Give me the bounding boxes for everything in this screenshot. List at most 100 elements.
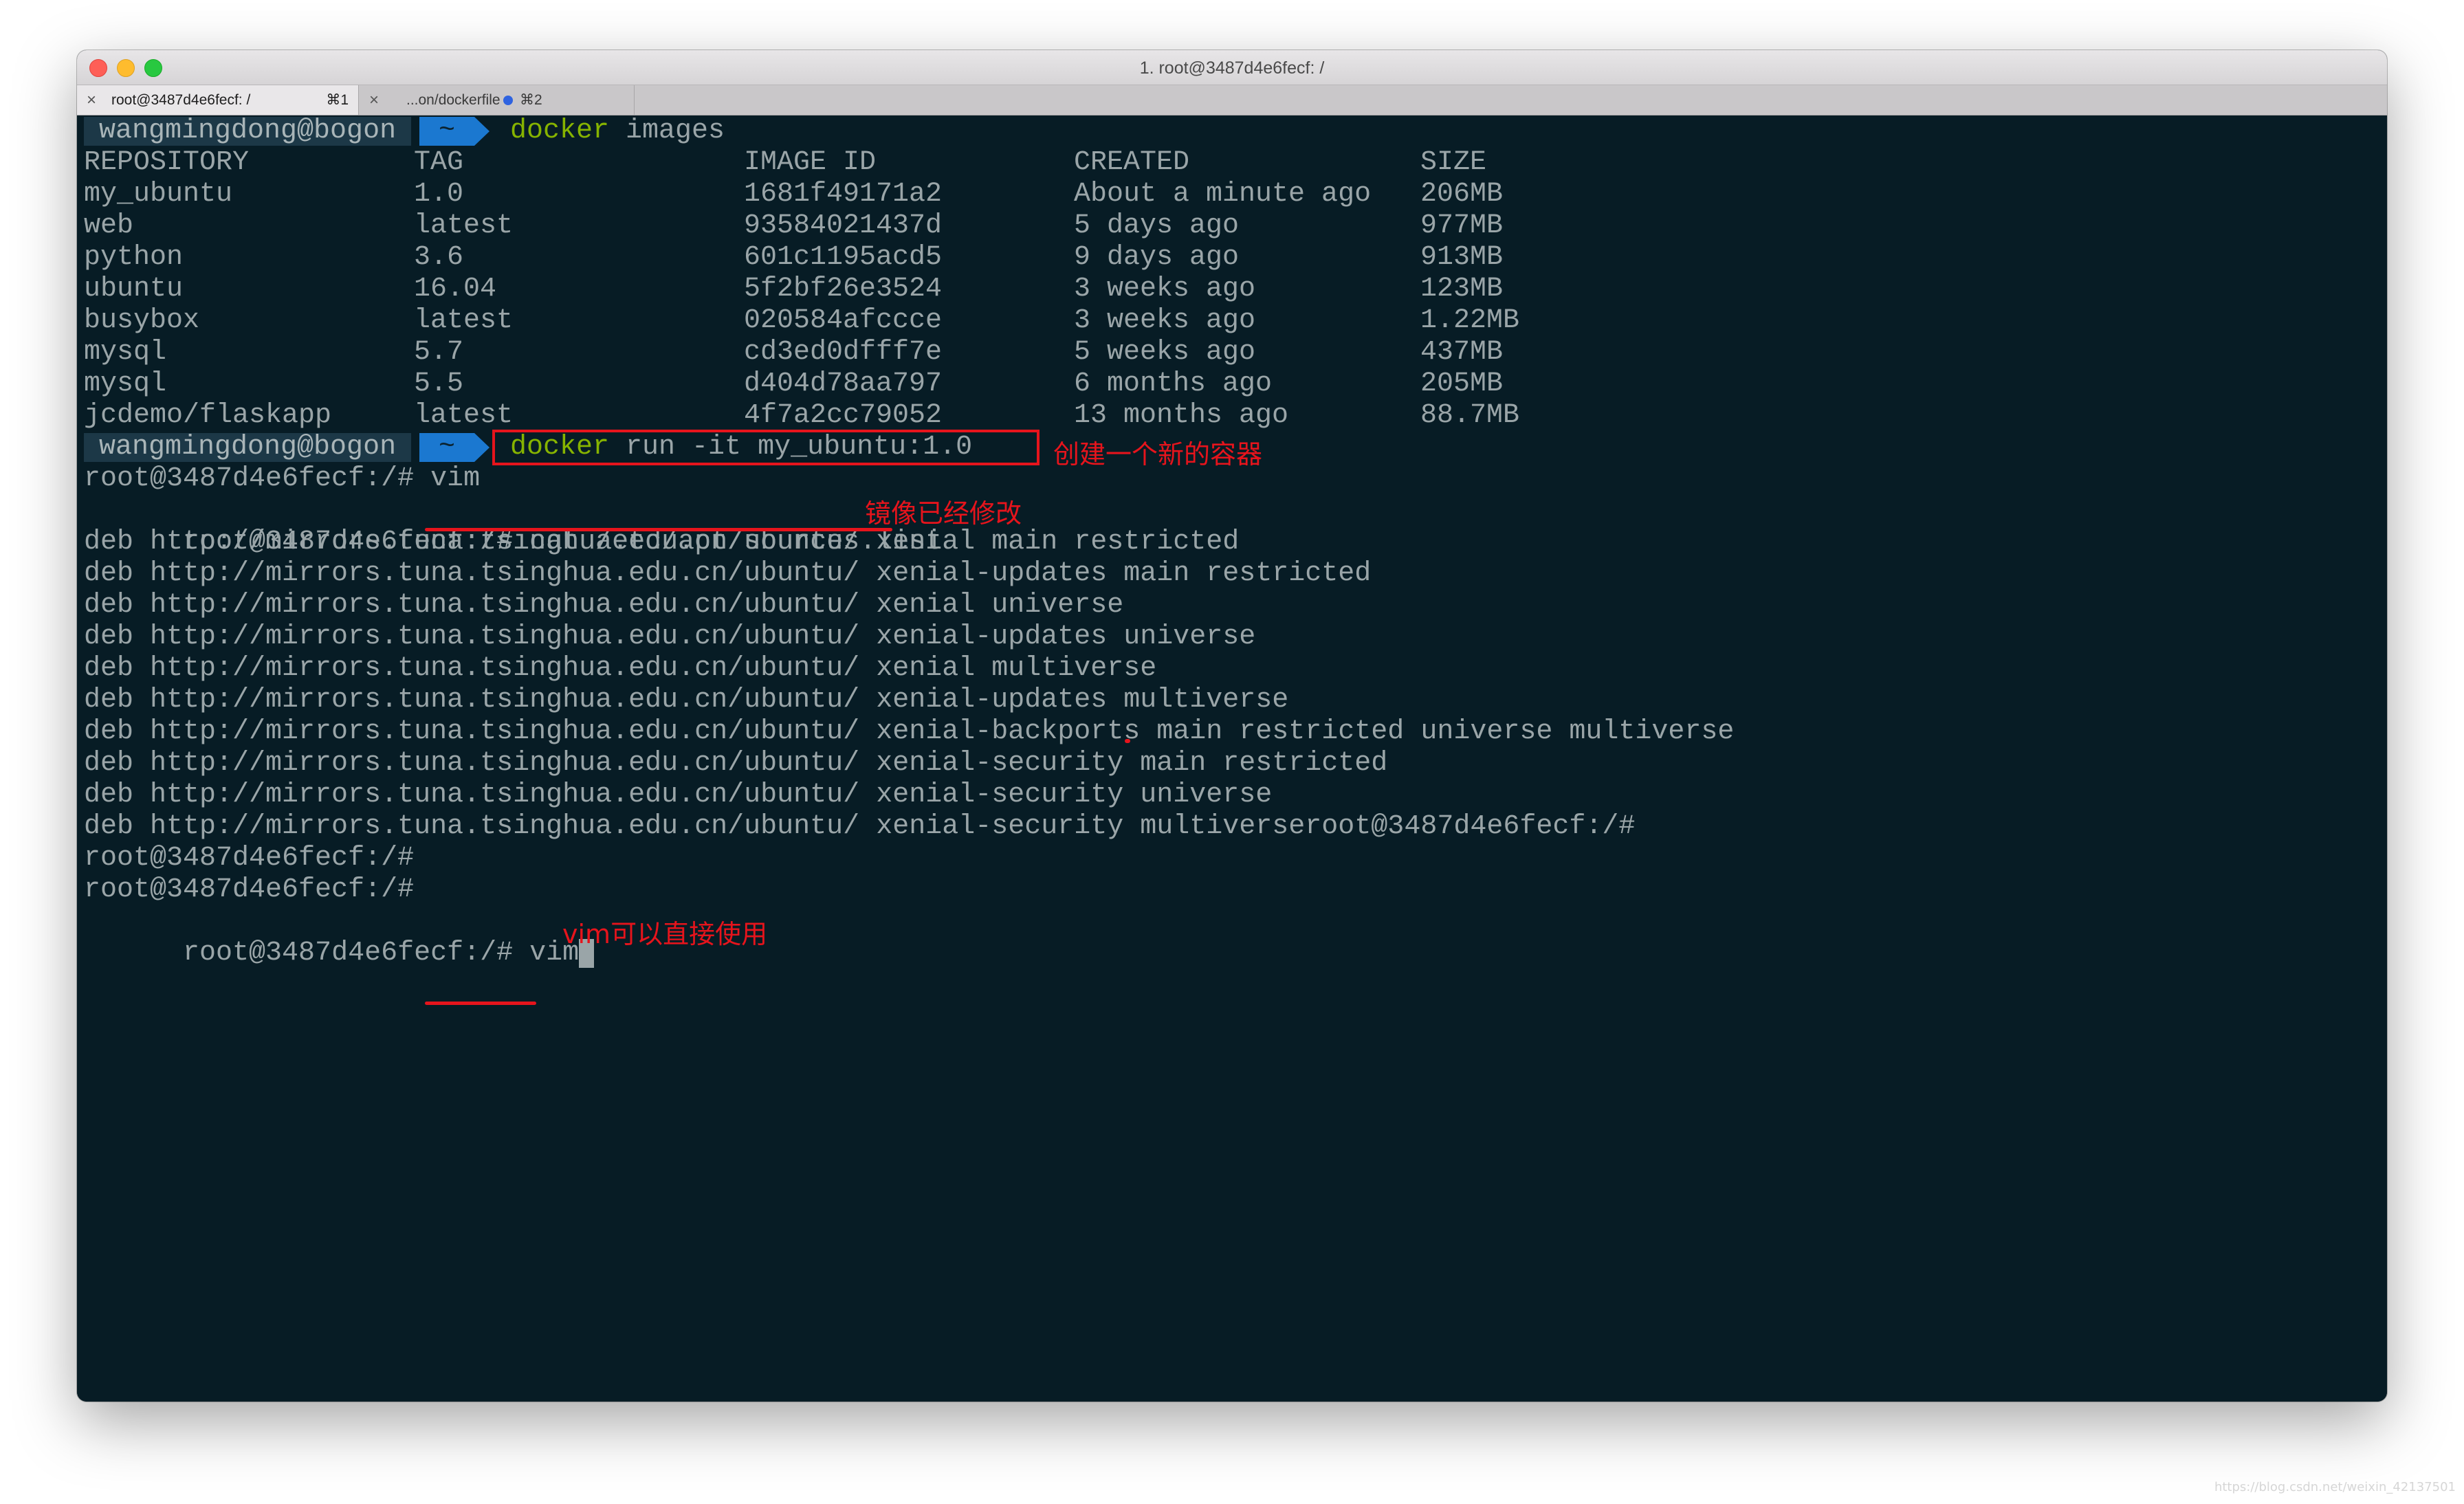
watermark: https://blog.csdn.net/weixin_42137501: [2214, 1480, 2456, 1494]
tab-dockerfile[interactable]: × ...on/dockerfile: [360, 85, 635, 115]
window-title: 1. root@3487d4e6fecf: /: [1139, 58, 1325, 78]
table-header-cell: IMAGE ID: [744, 147, 877, 178]
annotation-box: [492, 430, 1040, 465]
annotation-label: 镜像已经修改: [865, 498, 1022, 529]
annotation-label: 创建一个新的容器: [1053, 439, 1263, 469]
output-line: deb http://mirrors.tuna.tsinghua.edu.cn/…: [84, 748, 1388, 779]
annotation-underline: [425, 1002, 536, 1005]
table-cell: latest: [414, 210, 514, 241]
table-cell: cd3ed0dfff7e: [744, 337, 943, 368]
table-cell: 5f2bf26e3524: [744, 274, 943, 305]
table-cell: ubuntu: [84, 274, 184, 305]
annotation-underline: [425, 528, 892, 531]
table-header-cell: CREATED: [1074, 147, 1190, 178]
table-cell: About a minute ago: [1074, 179, 1372, 210]
table-cell: latest: [414, 305, 514, 336]
table-cell: 4f7a2cc79052: [744, 400, 943, 431]
prompt-dir: ~: [419, 433, 474, 462]
table-cell: 3.6: [414, 242, 464, 273]
table-row: my_ubuntu 1.0 1681f49171a2 About a minut…: [84, 179, 1503, 210]
table-row: mysql 5.7 cd3ed0dfff7e 5 weeks ago 437MB: [84, 337, 1503, 368]
prompt-line: wangmingdong@bogon ~ docker images: [84, 115, 725, 147]
table-cell: 88.7MB: [1420, 400, 1520, 431]
table-cell: 5.7: [414, 337, 464, 368]
table-cell: 206MB: [1420, 179, 1504, 210]
table-cell: 3 weeks ago: [1074, 305, 1256, 336]
table-header-cell: SIZE: [1420, 147, 1487, 178]
output-line: deb http://mirrors.tuna.tsinghua.edu.cn/…: [84, 716, 1735, 747]
table-cell: 13 months ago: [1074, 400, 1289, 431]
table-cell: 5 days ago: [1074, 210, 1240, 241]
prompt-user: wangmingdong@bogon: [84, 433, 412, 462]
table-cell: 6 months ago: [1074, 368, 1273, 399]
prompt-arrow-icon: [474, 433, 490, 462]
table-row: python 3.6 601c1195acd5 9 days ago 913MB: [84, 242, 1503, 274]
table-cell: 5 weeks ago: [1074, 337, 1256, 368]
tab-bar: × root@3487d4e6fecf: / ⌘1 × ...on/docker…: [77, 85, 2387, 115]
prompt-arrow-icon: [474, 117, 490, 146]
tab-shortcut: ⌘2: [520, 92, 542, 108]
table-row: jcdemo/flaskapp latest 4f7a2cc79052 13 m…: [84, 400, 1519, 432]
table-header-cell: REPOSITORY: [84, 147, 250, 178]
annotation-label: vim可以直接使用: [562, 919, 768, 949]
output-line: deb http://mirrors.tuna.tsinghua.edu.cn/…: [84, 779, 1273, 810]
table-cell: 601c1195acd5: [744, 242, 943, 273]
output-line: deb http://mirrors.tuna.tsinghua.edu.cn/…: [84, 811, 1636, 842]
table-cell: jcdemo/flaskapp: [84, 400, 332, 431]
prompt-line: wangmingdong@bogon ~ docker run -it my_u…: [84, 432, 972, 463]
table-header-cell: TAG: [414, 147, 464, 178]
table-row: busybox latest 020584afccce 3 weeks ago …: [84, 305, 1519, 337]
prompt-user: wangmingdong@bogon: [84, 117, 412, 146]
tab-root-shell[interactable]: × root@3487d4e6fecf: / ⌘1: [77, 85, 359, 115]
shell-line: root@3487d4e6fecf:/#: [84, 843, 415, 874]
shell-prompt: root@3487d4e6fecf:/#: [183, 938, 530, 969]
table-cell: 9 days ago: [1074, 242, 1240, 273]
table-cell: 16.04: [414, 274, 497, 305]
table-cell: mysql: [84, 368, 167, 399]
tab-shortcut: ⌘1: [326, 92, 349, 108]
table-row: mysql 5.5 d404d78aa797 6 months ago 205M…: [84, 368, 1503, 400]
tab-label: ...on/dockerfile: [406, 92, 500, 108]
table-cell: 1.0: [414, 179, 464, 210]
tab-label: root@3487d4e6fecf: /: [111, 92, 251, 108]
title-bar: 1. root@3487d4e6fecf: /: [77, 50, 2387, 85]
close-icon[interactable]: ×: [87, 85, 96, 115]
table-cell: 5.5: [414, 368, 464, 399]
terminal-window: 1. root@3487d4e6fecf: / × root@3487d4e6f…: [77, 50, 2387, 1402]
table-cell: 977MB: [1420, 210, 1504, 241]
table-cell: 93584021437d: [744, 210, 943, 241]
table-cell: 3 weeks ago: [1074, 274, 1256, 305]
table-cell: 123MB: [1420, 274, 1504, 305]
table-cell: 020584afccce: [744, 305, 943, 336]
table-cell: d404d78aa797: [744, 368, 943, 399]
output-line: deb http://mirrors.tuna.tsinghua.edu.cn/…: [84, 558, 1372, 589]
output-line: deb http://mirrors.tuna.tsinghua.edu.cn/…: [84, 653, 1157, 684]
table-cell: python: [84, 242, 184, 273]
table-cell: 1.22MB: [1420, 305, 1520, 336]
annotation-mark: [1125, 739, 1130, 743]
close-icon[interactable]: ×: [369, 85, 379, 115]
output-line: deb http://mirrors.tuna.tsinghua.edu.cn/…: [84, 590, 1124, 621]
activity-dot-icon: [503, 96, 513, 105]
prompt-dir: ~: [419, 117, 474, 146]
shell-line: root@3487d4e6fecf:/# cat /etc/apt/source…: [84, 495, 942, 557]
table-row: ubuntu 16.04 5f2bf26e3524 3 weeks ago 12…: [84, 274, 1503, 305]
shell-line: root@3487d4e6fecf:/# vim: [84, 463, 481, 494]
table-cell: 913MB: [1420, 242, 1504, 273]
table-cell: 1681f49171a2: [744, 179, 943, 210]
output-line: deb http://mirrors.tuna.tsinghua.edu.cn/…: [84, 685, 1289, 716]
table-cell: 205MB: [1420, 368, 1504, 399]
table-cell: my_ubuntu: [84, 179, 233, 210]
shell-line: root@3487d4e6fecf:/# vim: [84, 906, 595, 969]
table-header: REPOSITORY TAG IMAGE ID CREATED SIZE: [84, 147, 1486, 179]
table-cell: busybox: [84, 305, 200, 336]
output-line: deb http://mirrors.tuna.tsinghua.edu.cn/…: [84, 621, 1256, 652]
command-text: docker images: [510, 115, 725, 146]
table-cell: web: [84, 210, 134, 241]
terminal-output[interactable]: wangmingdong@bogon ~ docker images REPOS…: [77, 115, 2387, 1402]
table-cell: mysql: [84, 337, 167, 368]
table-cell: latest: [414, 400, 514, 431]
table-cell: 437MB: [1420, 337, 1504, 368]
shell-line: root@3487d4e6fecf:/#: [84, 874, 415, 905]
table-row: web latest 93584021437d 5 days ago 977MB: [84, 210, 1503, 242]
